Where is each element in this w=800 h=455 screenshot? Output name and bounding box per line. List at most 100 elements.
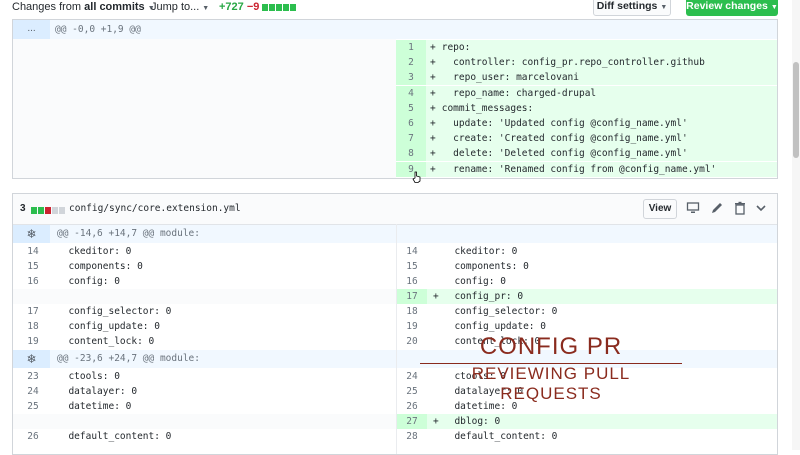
diff-line-added: 7 + create: 'Created config @config_name.…: [396, 131, 777, 147]
code-text: repo_name: charged-drupal: [436, 87, 597, 99]
code-text: config_update: 0: [443, 321, 546, 332]
line-number[interactable]: 14: [397, 244, 427, 259]
file-path[interactable]: config/sync/core.extension.yml: [69, 203, 241, 214]
code-text: config_selector: 0: [443, 306, 558, 317]
code-text: datalayer: 0: [57, 386, 138, 397]
code-text: datetime: 0: [57, 401, 132, 412]
code-text: delete: 'Deleted config @config_name.yml…: [436, 148, 688, 160]
hunk-range: @@ -23,6 +24,7 @@ module:: [57, 353, 200, 364]
line-number[interactable]: 17: [18, 304, 48, 319]
scrollbar-thumb[interactable]: [793, 62, 799, 158]
review-changes-button[interactable]: Review changes ▼: [686, 0, 778, 16]
overlay-title: CONFIG PR: [479, 333, 623, 360]
line-number[interactable]: 7: [396, 131, 426, 147]
line-number[interactable]: 27: [397, 414, 427, 429]
diff-sign: +: [430, 163, 436, 175]
chevron-down-icon[interactable]: [754, 201, 768, 215]
code-text: create: 'Created config @config_name.yml…: [436, 133, 688, 145]
diff-line-added: 5 + commit_messages:: [396, 100, 777, 116]
diff-sign: +: [433, 416, 439, 427]
changes-from-dropdown[interactable]: Changes from all commits ▼: [12, 1, 155, 13]
line-number[interactable]: 15: [18, 259, 48, 274]
line-number[interactable]: 23: [18, 369, 48, 384]
line-number[interactable]: 28: [397, 429, 427, 444]
diff-sign: +: [430, 102, 436, 114]
diff-sign: +: [430, 87, 436, 99]
page-scrollbar[interactable]: [792, 0, 800, 450]
line-number[interactable]: 18: [18, 319, 48, 334]
file-diff-repo-config: ... @@ -0,0 +1,9 @@ 1 + repo: 2 + controlle…: [12, 19, 778, 179]
diff-sign: +: [430, 72, 436, 84]
hand-cursor-icon: [412, 171, 421, 183]
code-text: default_content: 0: [443, 431, 558, 442]
line-number[interactable]: 17: [397, 289, 427, 304]
code-text: components: 0: [57, 261, 143, 272]
line-number[interactable]: 25: [18, 399, 48, 414]
diff-sign: +: [430, 42, 436, 53]
diff-settings-label: Diff settings: [596, 0, 658, 12]
jump-to-dropdown[interactable]: Jump to... ▼: [151, 1, 209, 13]
diff-line-added: 3 + repo_user: marcelovani: [396, 70, 777, 86]
line-number[interactable]: 26: [18, 429, 48, 444]
line-number[interactable]: 18: [397, 304, 427, 319]
pencil-icon[interactable]: [710, 201, 724, 215]
code-text: repo:: [436, 42, 471, 53]
line-number[interactable]: 15: [397, 259, 427, 274]
diff-settings-button[interactable]: Diff settings ▼: [593, 0, 671, 16]
diff-line-context-right: 19 config_update: 0: [397, 319, 777, 334]
trash-icon[interactable]: [733, 201, 747, 215]
diff-line-empty-left: [13, 414, 396, 429]
diff-line-context-left: 25 datetime: 0: [13, 399, 396, 414]
diffstat-bar: [262, 1, 297, 13]
line-number[interactable]: 3: [396, 70, 426, 86]
code-text: ctools: 0: [57, 371, 120, 382]
line-number[interactable]: 9: [396, 161, 426, 177]
code-text: default_content: 0: [57, 431, 172, 442]
hunk-range: @@ -14,6 +14,7 @@ module:: [57, 228, 200, 239]
code-text: config_pr: 0: [443, 291, 524, 302]
line-number[interactable]: 2: [396, 55, 426, 71]
diff-line-context-left: 24 datalayer: 0: [13, 384, 396, 399]
code-text: repo_user: marcelovani: [436, 72, 579, 84]
expand-context-button[interactable]: ❄: [13, 350, 50, 368]
file-change-count: 3: [20, 203, 26, 214]
changes-from-prefix: Changes from: [12, 1, 85, 13]
diff-line-context-left: 16 config: 0: [13, 274, 396, 289]
diff-line-context-left: 14 ckeditor: 0: [13, 244, 396, 259]
view-file-button[interactable]: View: [643, 199, 677, 219]
diff-line-context-left: 18 config_update: 0: [13, 319, 396, 334]
code-text: config: 0: [57, 276, 120, 287]
line-number[interactable]: 5: [396, 100, 426, 116]
diff-sign: +: [430, 148, 436, 160]
line-number[interactable]: 4: [396, 85, 426, 101]
code-text: rename: 'Renamed config from @config_nam…: [436, 163, 717, 175]
line-number[interactable]: 19: [18, 334, 48, 349]
line-number[interactable]: 14: [18, 244, 48, 259]
line-number[interactable]: 24: [18, 384, 48, 399]
line-number[interactable]: 8: [396, 146, 426, 162]
diff-line-context-right: 14 ckeditor: 0: [397, 244, 777, 259]
code-text: commit_messages:: [436, 102, 534, 114]
expand-ellipsis-icon: ...: [27, 23, 36, 34]
overlay-subtitle: REVIEWING PULL REQUESTS: [471, 364, 631, 403]
line-number[interactable]: 19: [397, 319, 427, 334]
diff-sign: +: [430, 133, 436, 145]
code-text: controller: config_pr.repo_controller.gi…: [436, 57, 705, 69]
expand-context-button[interactable]: ...: [13, 20, 50, 39]
empty-left-pane: [13, 39, 396, 178]
diff-line-added: 17 + config_pr: 0: [397, 289, 777, 304]
diff-line-empty-left: [13, 289, 396, 304]
diff-line-added: 9 + rename: 'Renamed config from @config_…: [396, 161, 777, 177]
line-number[interactable]: 16: [397, 274, 427, 289]
expand-context-button[interactable]: ❄: [13, 225, 50, 243]
diff-line-added: 2 + controller: config_pr.repo_controller…: [396, 55, 777, 71]
desktop-icon[interactable]: [686, 201, 700, 215]
line-number[interactable]: 6: [396, 116, 426, 131]
deletions-count: −9: [246, 1, 260, 13]
hunk-header: ❄ @@ -14,6 +14,7 @@ module:: [13, 225, 777, 243]
code-text: update: 'Updated config @config_name.yml…: [436, 118, 688, 129]
line-number[interactable]: 16: [18, 274, 48, 289]
line-number[interactable]: 1: [396, 40, 426, 55]
diff-line-context-right: 18 config_selector: 0: [397, 304, 777, 319]
code-text: ckeditor: 0: [443, 246, 518, 257]
